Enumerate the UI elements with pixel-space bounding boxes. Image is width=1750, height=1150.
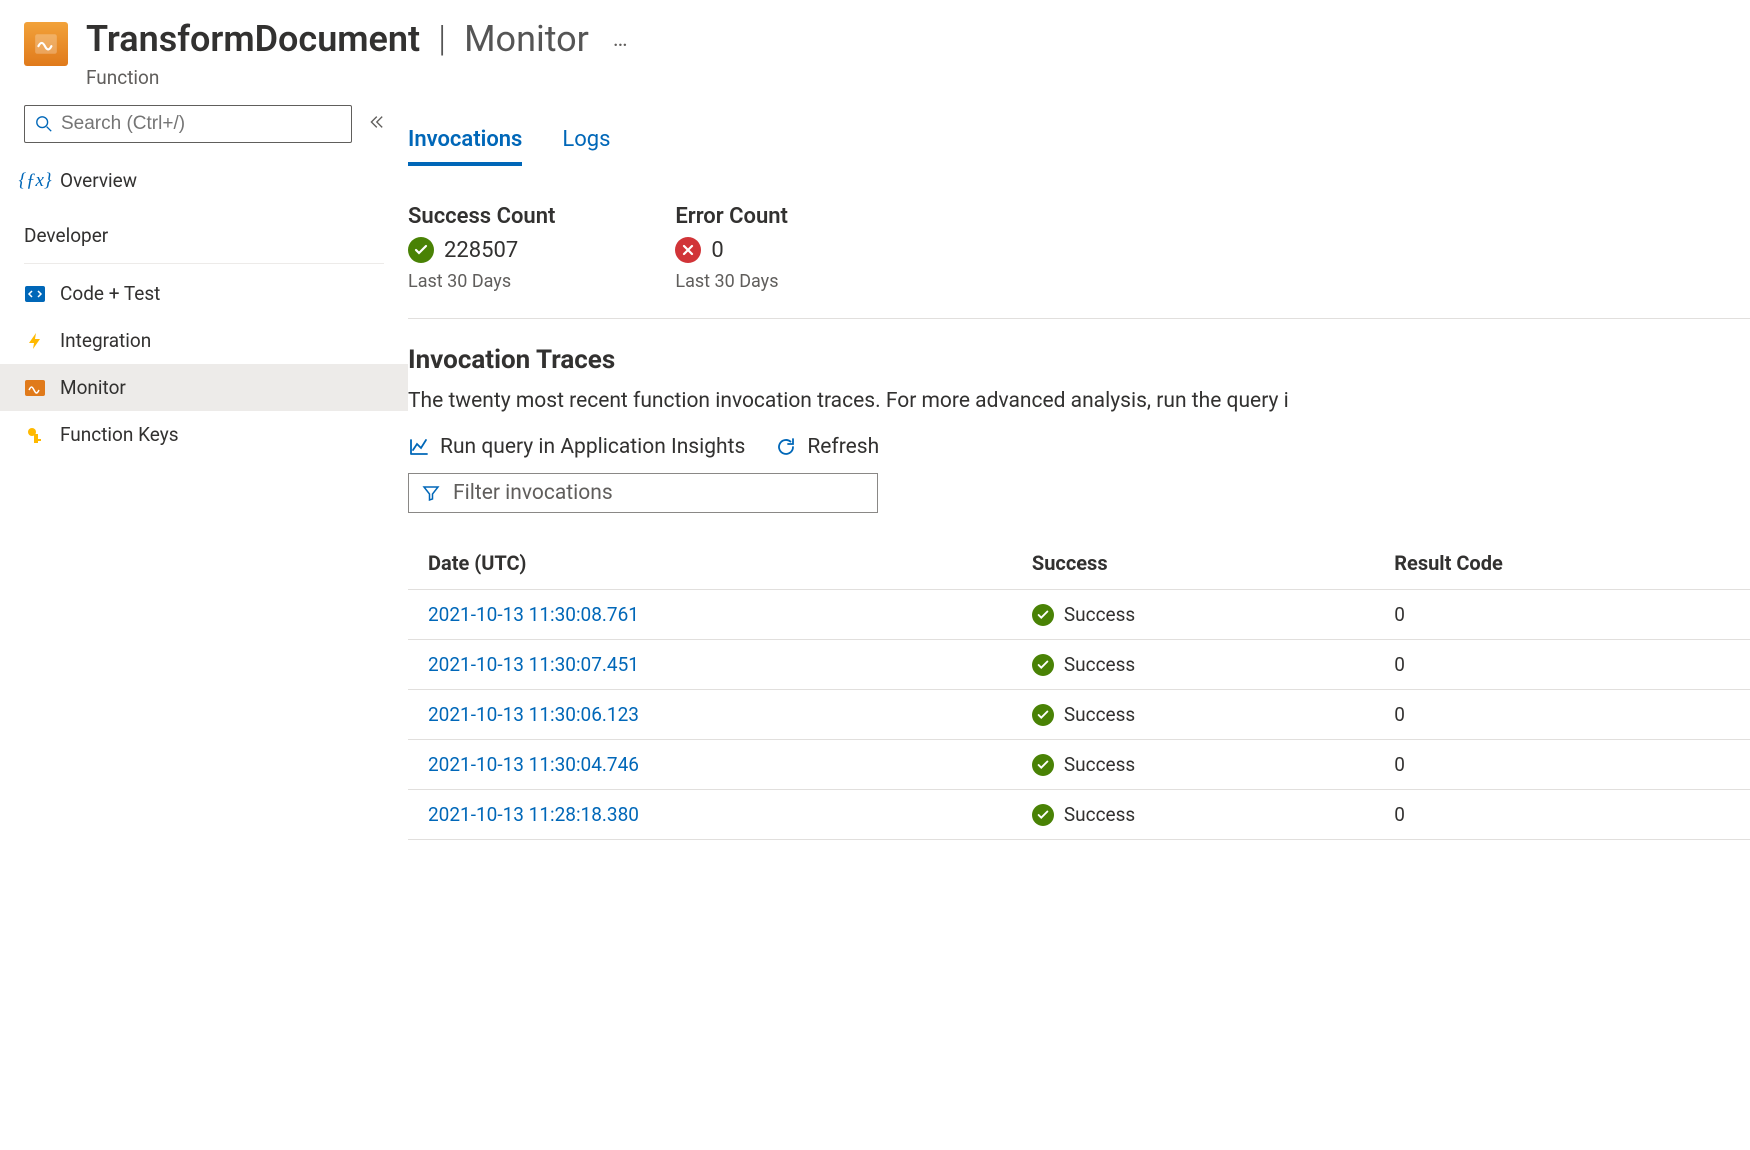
sidebar-item-label: Code + Test bbox=[60, 282, 160, 305]
divider bbox=[408, 318, 1750, 319]
search-input[interactable] bbox=[61, 113, 341, 135]
filter-input[interactable]: Filter invocations bbox=[408, 473, 878, 513]
divider bbox=[24, 263, 384, 264]
tab-invocations[interactable]: Invocations bbox=[408, 115, 522, 166]
error-count-label: Error Count bbox=[675, 204, 788, 229]
sidebar-section-label: Developer bbox=[0, 204, 408, 257]
trace-result: 0 bbox=[1374, 790, 1750, 840]
table-row: 2021-10-13 11:30:04.746 Success 0 bbox=[408, 740, 1750, 790]
more-actions-button[interactable]: … bbox=[613, 27, 628, 52]
trace-status: Success bbox=[1064, 803, 1135, 826]
trace-date-link[interactable]: 2021-10-13 11:30:04.746 bbox=[428, 753, 639, 776]
search-input-wrap[interactable] bbox=[24, 105, 352, 143]
sidebar-item-integration[interactable]: Integration bbox=[0, 317, 408, 364]
error-count-value: 0 bbox=[711, 238, 723, 263]
tabs: Invocations Logs bbox=[408, 115, 1750, 166]
success-count-value: 228507 bbox=[444, 238, 518, 263]
trace-date-link[interactable]: 2021-10-13 11:28:18.380 bbox=[428, 803, 639, 826]
function-logo-icon bbox=[24, 22, 68, 66]
col-success[interactable]: Success bbox=[1012, 537, 1374, 590]
trace-date-link[interactable]: 2021-10-13 11:30:06.123 bbox=[428, 703, 639, 726]
success-check-icon bbox=[408, 237, 434, 263]
sidebar-item-label: Function Keys bbox=[60, 423, 179, 446]
trace-status: Success bbox=[1064, 653, 1135, 676]
trace-status: Success bbox=[1064, 703, 1135, 726]
code-icon bbox=[24, 283, 46, 305]
table-row: 2021-10-13 11:30:08.761 Success 0 bbox=[408, 590, 1750, 640]
monitor-icon bbox=[24, 377, 46, 399]
run-query-button[interactable]: Run query in Application Insights bbox=[408, 435, 745, 459]
page-subtitle: Function bbox=[86, 66, 628, 89]
success-count-label: Success Count bbox=[408, 204, 555, 229]
refresh-icon bbox=[775, 436, 797, 458]
trace-date-link[interactable]: 2021-10-13 11:30:07.451 bbox=[428, 653, 639, 676]
page-section: Monitor bbox=[464, 18, 589, 60]
success-check-icon bbox=[1032, 804, 1054, 826]
trace-result: 0 bbox=[1374, 740, 1750, 790]
traces-title: Invocation Traces bbox=[408, 345, 1750, 375]
bolt-icon bbox=[24, 330, 46, 352]
trace-result: 0 bbox=[1374, 690, 1750, 740]
sidebar-item-function-keys[interactable]: Function Keys bbox=[0, 411, 408, 458]
filter-icon bbox=[421, 483, 441, 503]
search-icon bbox=[35, 115, 53, 133]
error-period: Last 30 Days bbox=[675, 271, 788, 292]
stats-row: Success Count 228507 Last 30 Days Error … bbox=[408, 176, 1750, 308]
sidebar-item-monitor[interactable]: Monitor bbox=[0, 364, 408, 411]
success-check-icon bbox=[1032, 654, 1054, 676]
trace-result: 0 bbox=[1374, 640, 1750, 690]
sidebar: {ƒx} Overview Developer Code + Test Inte… bbox=[0, 99, 408, 840]
trace-status: Success bbox=[1064, 753, 1135, 776]
sidebar-item-label: Monitor bbox=[60, 376, 126, 399]
page-header: TransformDocument | Monitor … Function bbox=[0, 0, 1750, 99]
sidebar-item-overview[interactable]: {ƒx} Overview bbox=[0, 157, 408, 204]
refresh-label: Refresh bbox=[807, 435, 879, 459]
error-x-icon bbox=[675, 237, 701, 263]
chart-icon bbox=[408, 436, 430, 458]
sidebar-item-label: Overview bbox=[60, 169, 137, 192]
trace-result: 0 bbox=[1374, 590, 1750, 640]
refresh-button[interactable]: Refresh bbox=[775, 435, 879, 459]
col-result[interactable]: Result Code bbox=[1374, 537, 1750, 590]
sidebar-collapse-button[interactable] bbox=[366, 112, 384, 136]
success-check-icon bbox=[1032, 704, 1054, 726]
sidebar-item-label: Integration bbox=[60, 329, 151, 352]
success-check-icon bbox=[1032, 754, 1054, 776]
run-query-label: Run query in Application Insights bbox=[440, 435, 745, 459]
trace-status: Success bbox=[1064, 603, 1135, 626]
main-content: Invocations Logs Success Count 228507 La… bbox=[408, 99, 1750, 840]
filter-placeholder: Filter invocations bbox=[453, 481, 613, 505]
sidebar-item-code-test[interactable]: Code + Test bbox=[0, 270, 408, 317]
fx-icon: {ƒx} bbox=[24, 170, 46, 192]
table-row: 2021-10-13 11:28:18.380 Success 0 bbox=[408, 790, 1750, 840]
success-period: Last 30 Days bbox=[408, 271, 555, 292]
success-count-block: Success Count 228507 Last 30 Days bbox=[408, 204, 555, 292]
col-date[interactable]: Date (UTC) bbox=[408, 537, 1012, 590]
tab-logs[interactable]: Logs bbox=[562, 115, 610, 166]
traces-table: Date (UTC) Success Result Code 2021-10-1… bbox=[408, 537, 1750, 840]
trace-date-link[interactable]: 2021-10-13 11:30:08.761 bbox=[428, 603, 639, 626]
traces-description: The twenty most recent function invocati… bbox=[408, 389, 1750, 413]
title-separator: | bbox=[438, 18, 446, 60]
table-row: 2021-10-13 11:30:06.123 Success 0 bbox=[408, 690, 1750, 740]
page-title: TransformDocument bbox=[86, 18, 420, 60]
error-count-block: Error Count 0 Last 30 Days bbox=[675, 204, 788, 292]
success-check-icon bbox=[1032, 604, 1054, 626]
key-icon bbox=[24, 424, 46, 446]
table-row: 2021-10-13 11:30:07.451 Success 0 bbox=[408, 640, 1750, 690]
